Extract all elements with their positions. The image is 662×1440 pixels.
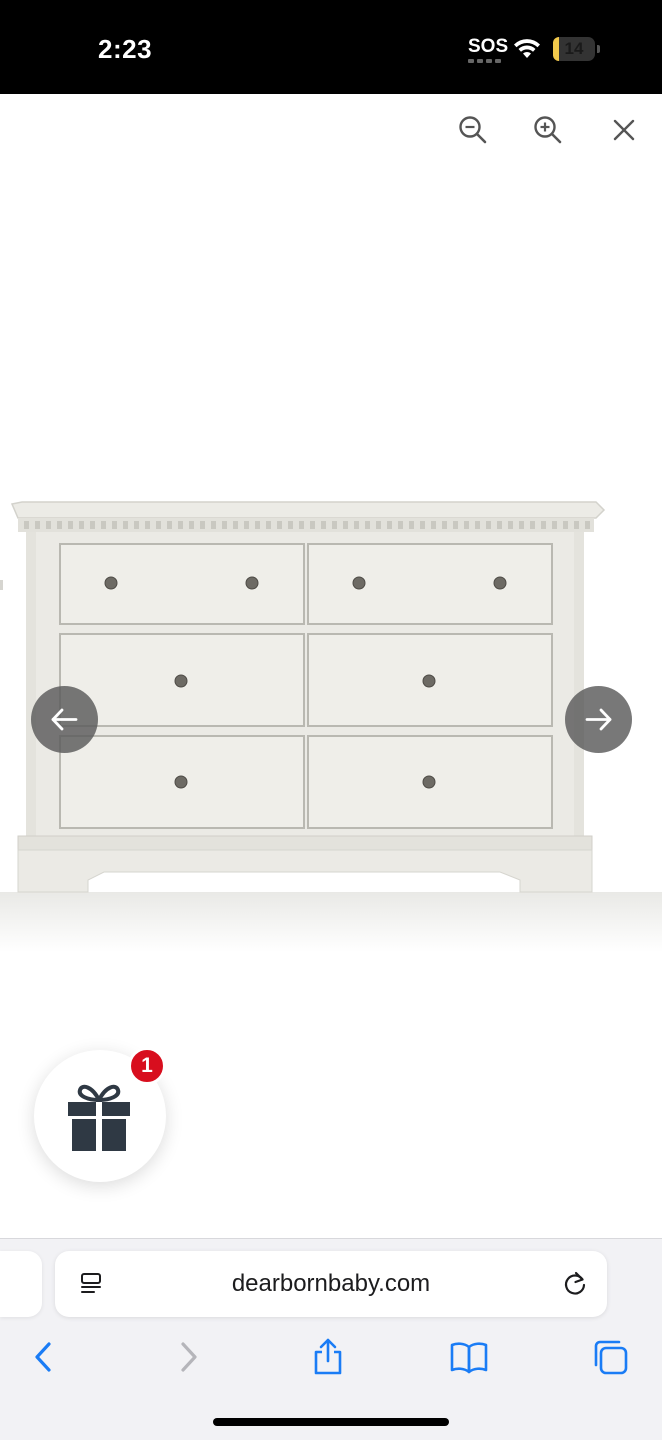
arrow-left-icon <box>51 708 78 731</box>
battery-icon: 14 <box>553 37 595 61</box>
status-bar: 2:23 SOS 14 <box>0 0 662 94</box>
zoom-out-button[interactable] <box>455 112 491 148</box>
forward-icon <box>181 1342 197 1372</box>
wifi-icon <box>514 39 540 58</box>
battery-nub <box>597 45 600 53</box>
battery-level: 14 <box>564 39 584 58</box>
next-image-button[interactable] <box>565 686 632 753</box>
url-text: dearbornbaby.com <box>231 1270 431 1297</box>
notification-badge: 1 <box>128 1047 166 1085</box>
forward-button[interactable] <box>168 1337 208 1377</box>
address-bar[interactable]: dearbornbaby.com <box>55 1251 607 1317</box>
home-indicator <box>213 1418 449 1426</box>
status-time: 2:23 <box>98 34 153 64</box>
signal-dots <box>468 59 504 63</box>
share-icon <box>314 1338 342 1375</box>
tabs-icon <box>594 1340 628 1375</box>
previous-tab-preview[interactable] <box>0 1251 42 1317</box>
zoom-out-icon <box>459 116 487 144</box>
image-viewer-toolbar <box>0 94 662 164</box>
tabs-button[interactable] <box>590 1337 630 1377</box>
arrow-right-icon <box>585 708 612 731</box>
close-button[interactable] <box>606 112 642 148</box>
close-icon <box>613 119 635 141</box>
browser-bottom-bar: dearbornbaby.com <box>0 1238 662 1440</box>
share-button[interactable] <box>308 1337 348 1377</box>
zoom-in-button[interactable] <box>530 112 566 148</box>
reload-icon[interactable] <box>561 1270 589 1298</box>
bookmarks-button[interactable] <box>449 1337 489 1377</box>
bookmarks-icon <box>450 1342 488 1374</box>
carrier-label: SOS <box>468 36 509 57</box>
back-icon <box>35 1342 51 1372</box>
gift-icon <box>68 1084 130 1151</box>
previous-image-button[interactable] <box>31 686 98 753</box>
product-image <box>0 501 662 952</box>
back-button[interactable] <box>24 1337 64 1377</box>
zoom-in-icon <box>534 116 562 144</box>
